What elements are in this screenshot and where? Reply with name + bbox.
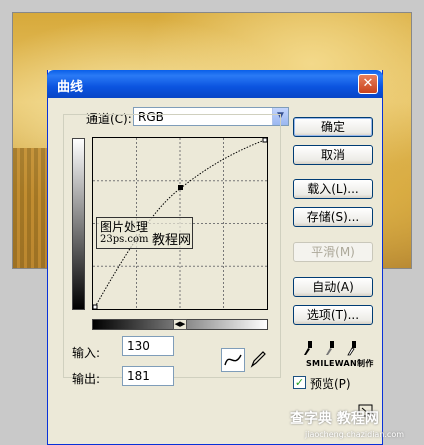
credit-text: SMILEWAN制作 [306,359,374,368]
smooth-button[interactable]: 平滑(M) [293,242,373,262]
curve-tool-icon[interactable] [221,348,245,372]
curve-point-active [178,185,183,190]
auto-button[interactable]: 自动(A) [293,277,373,297]
curve-point-end [262,138,267,143]
output-gradient-bar [72,138,85,310]
output-label: 输出: [72,372,101,386]
title-bar[interactable]: 曲线 ✕ [47,70,383,98]
watermark-line3: 教程网 [152,233,192,248]
watermark-line1: 图片处理 [100,220,149,234]
input-field[interactable]: 130 [122,336,174,356]
site-watermark: 查字典 教程网 [290,411,379,427]
curve-point-start [93,304,98,309]
load-button[interactable]: 载入(L)... [293,179,373,199]
eyedropper-group [302,340,362,360]
gradient-toggle-icon[interactable]: ◀▶ [173,319,187,330]
site-watermark-url: jiaocheng.chazidian.com [305,430,405,439]
ok-button[interactable]: 确定 [293,117,373,137]
save-button[interactable]: 存储(S)... [293,207,373,227]
watermark-box: 图片处理 23ps.com 教程网 [96,217,193,249]
close-button[interactable]: ✕ [358,74,378,94]
cancel-button[interactable]: 取消 [293,145,373,165]
pencil-tool-icon[interactable] [247,348,271,372]
dialog-title: 曲线 [57,80,84,95]
preview-checkbox[interactable]: ✓ [293,376,306,389]
watermark-line2: 23ps.com [100,234,149,245]
options-button[interactable]: 选项(T)... [293,305,373,325]
output-field[interactable]: 181 [122,366,174,386]
preview-label: 预览(P) [310,377,351,391]
gray-eyedropper-icon[interactable] [324,340,336,356]
input-label: 输入: [72,346,101,360]
curves-dialog: 曲线 ✕ 通道(C): RGB ▼ 图片处理 23ps.com 教程网 ◀▶ 输… [47,70,383,445]
white-eyedropper-icon[interactable] [346,340,358,356]
black-eyedropper-icon[interactable] [302,340,314,356]
close-icon: ✕ [362,76,374,91]
